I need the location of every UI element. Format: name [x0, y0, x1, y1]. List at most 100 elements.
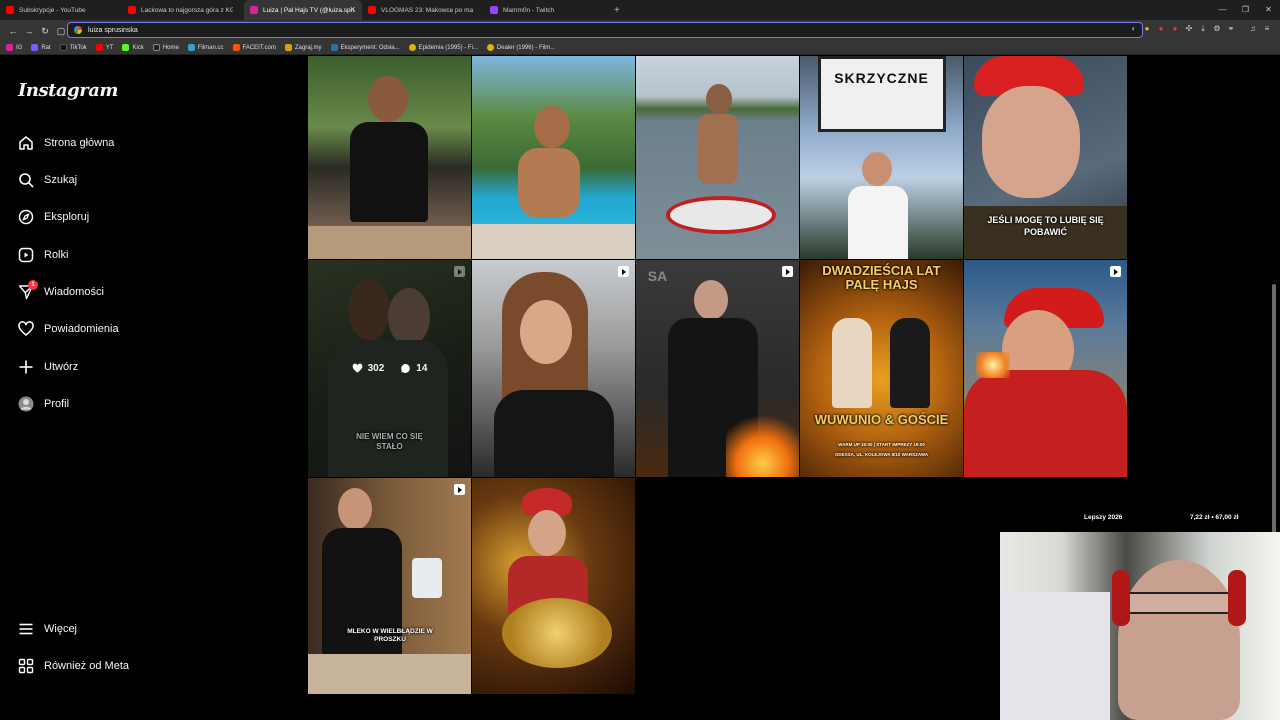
post-thumbnail[interactable]: MLEKO W WIELBŁĄDZIE W PROSZKU: [308, 478, 471, 694]
browser-tab-active[interactable]: Luiza | Pal Hajs TV (@luiza.sprusi...✕: [244, 0, 362, 20]
bookmark[interactable]: TikTok: [59, 44, 87, 51]
bookmark[interactable]: YT: [95, 44, 114, 51]
post-thumbnail[interactable]: SKRZYCZNE: [800, 56, 963, 259]
bookmark[interactable]: Dealer (1996) - Film...: [486, 44, 555, 51]
sidebar-item-home[interactable]: Strona główna: [18, 132, 114, 154]
reload-icon[interactable]: ↻: [38, 24, 52, 38]
post-caption: SA: [647, 268, 668, 284]
likes-count: 302: [352, 363, 385, 374]
sidebar-item-create[interactable]: Utwórz: [18, 356, 78, 378]
post-thumbnail[interactable]: DWADZIEŚCIA LAT PALĘ HAJS WUWUNIO & GOŚC…: [800, 260, 963, 477]
sidebar-item-label: Utwórz: [44, 361, 79, 373]
likes-value: 302: [367, 363, 385, 374]
post-thumbnail[interactable]: [308, 56, 471, 259]
post-thumbnail[interactable]: 302 14 NIE WIEM CO SIĘ STAŁO: [308, 260, 471, 477]
extension-icon[interactable]: ●: [1142, 24, 1152, 35]
sidebar-item-notifications[interactable]: Powiadomienia: [18, 318, 119, 340]
settings-icon[interactable]: ⚙: [1212, 24, 1222, 35]
bookmark-icon: [122, 44, 130, 51]
donation-goal: Lepszy 2026 7,22 zł • 67,00 zł: [1078, 512, 1258, 523]
media-icon[interactable]: ♫: [1248, 24, 1258, 35]
new-tab-icon[interactable]: +: [614, 5, 620, 16]
bookmark[interactable]: FACEIT.com: [232, 44, 276, 51]
bookmark[interactable]: Rat: [31, 44, 51, 51]
download-icon[interactable]: ⤓: [1198, 24, 1208, 35]
bookmark-label: YT: [105, 44, 114, 51]
google-icon: [74, 26, 82, 34]
bookmark-label: IG: [16, 44, 23, 51]
bookmark[interactable]: Filman.cc: [187, 44, 224, 51]
reel-icon: [454, 484, 465, 495]
bookmark[interactable]: Kick: [122, 44, 144, 51]
post-thumbnail[interactable]: [636, 56, 799, 259]
address-text: luiza sprusinska: [88, 26, 138, 34]
post-caption: DWADZIEŚCIA LAT PALĘ HAJS: [822, 263, 941, 292]
sidebar-item-reels[interactable]: Rolki: [18, 244, 68, 266]
extension-icon[interactable]: ●: [1170, 24, 1180, 35]
post-thumbnail[interactable]: JEŚLI MOGĘ TO LUBIĘ SIĘ POBAWIĆ: [964, 56, 1127, 259]
instagram-logo[interactable]: Instagram: [18, 80, 118, 101]
sidebar-item-more[interactable]: Więcej: [18, 618, 77, 640]
bookmark[interactable]: Zagraj.my: [284, 44, 322, 51]
bookmark[interactable]: Home: [152, 44, 179, 51]
link-icon[interactable]: ⚭: [1226, 24, 1236, 35]
extension-icon[interactable]: ●: [1156, 24, 1166, 35]
maximize-icon[interactable]: ❐: [1234, 0, 1257, 20]
window-controls: — ❐ ✕: [1211, 0, 1280, 20]
search-icon: [18, 172, 34, 188]
puzzle-icon[interactable]: ✣: [1184, 24, 1194, 35]
sidebar-item-explore[interactable]: Eksploruj: [18, 206, 89, 228]
post-thumbnail[interactable]: SA: [636, 260, 799, 477]
bookmark-icon: [152, 44, 160, 51]
menu-dots-icon[interactable]: ≡: [1262, 24, 1272, 35]
browser-tab[interactable]: Subskrypcje - YouTube: [0, 0, 122, 20]
tab-title: Luiza | Pal Hajs TV (@luiza.sprusi...: [263, 6, 355, 14]
sidebar-item-profile[interactable]: Profil: [18, 393, 69, 415]
browser-tab[interactable]: VLOGMAS 23: Makowce po makówk...: [362, 0, 484, 20]
address-bar[interactable]: luiza sprusinska: [67, 22, 1143, 38]
reel-icon: [782, 266, 793, 277]
sidebar-item-label: Szukaj: [44, 174, 78, 186]
sidebar-item-label: Więcej: [44, 623, 78, 635]
bookmark-page-icon[interactable]: ▢: [54, 24, 68, 38]
goal-label: Lepszy 2026: [1084, 514, 1123, 521]
bookmark-label: TikTok: [69, 44, 87, 51]
sidebar-item-search[interactable]: Szukaj: [18, 169, 77, 191]
browser-tab[interactable]: Lackowa to najgorsza góra z KGPI | D: [122, 0, 244, 20]
screen: Subskrypcje - YouTube Lackowa to najgors…: [0, 0, 1280, 720]
bookmark[interactable]: Epidemia (1995) - Fi...: [408, 44, 478, 51]
bookmark-label: Kick: [132, 44, 144, 51]
post-thumbnail[interactable]: [472, 478, 635, 694]
bookmark-icon: [95, 44, 103, 51]
comments-value: 14: [416, 363, 428, 374]
post-thumbnail[interactable]: [964, 260, 1127, 477]
heart-icon: [18, 321, 34, 337]
speaker-icon[interactable]: ◖: [1128, 24, 1138, 35]
youtube-favicon-icon: [6, 6, 14, 14]
post-thumbnail[interactable]: [472, 260, 635, 477]
bookmark[interactable]: IG: [6, 44, 22, 51]
bookmark-icon: [187, 44, 195, 51]
sidebar-item-meta[interactable]: Również od Meta: [18, 655, 129, 677]
back-icon[interactable]: ←: [6, 24, 20, 38]
bookmark[interactable]: Eksperyment: Odsła...: [330, 44, 400, 51]
notification-badge: 1: [28, 280, 38, 290]
post-caption: SKRZYCZNE: [834, 70, 929, 86]
sidebar-item-messages[interactable]: 1 Wiadomości: [18, 280, 104, 303]
close-window-icon[interactable]: ✕: [1257, 0, 1280, 20]
forward-icon[interactable]: →: [22, 24, 36, 38]
stream-bottom-bar: [0, 699, 1000, 720]
sidebar-item-label: Strona główna: [44, 137, 115, 149]
home-icon: [18, 135, 34, 151]
minimize-icon[interactable]: —: [1211, 0, 1234, 20]
browser-tab[interactable]: Mamm0n - Twitch: [484, 0, 606, 20]
post-thumbnail[interactable]: [472, 56, 635, 259]
bookmark-label: Eksperyment: Odsła...: [340, 44, 400, 51]
close-tab-icon[interactable]: ✕: [349, 5, 356, 14]
instagram-favicon-icon: [250, 6, 258, 14]
avatar: [18, 396, 34, 412]
sidebar-item-label: Wiadomości: [44, 286, 104, 298]
sidebar: Instagram Strona główna Szukaj Eksploruj: [0, 56, 245, 699]
bookmark-label: Rat: [41, 44, 51, 51]
bookmark-label: Home: [162, 44, 179, 51]
